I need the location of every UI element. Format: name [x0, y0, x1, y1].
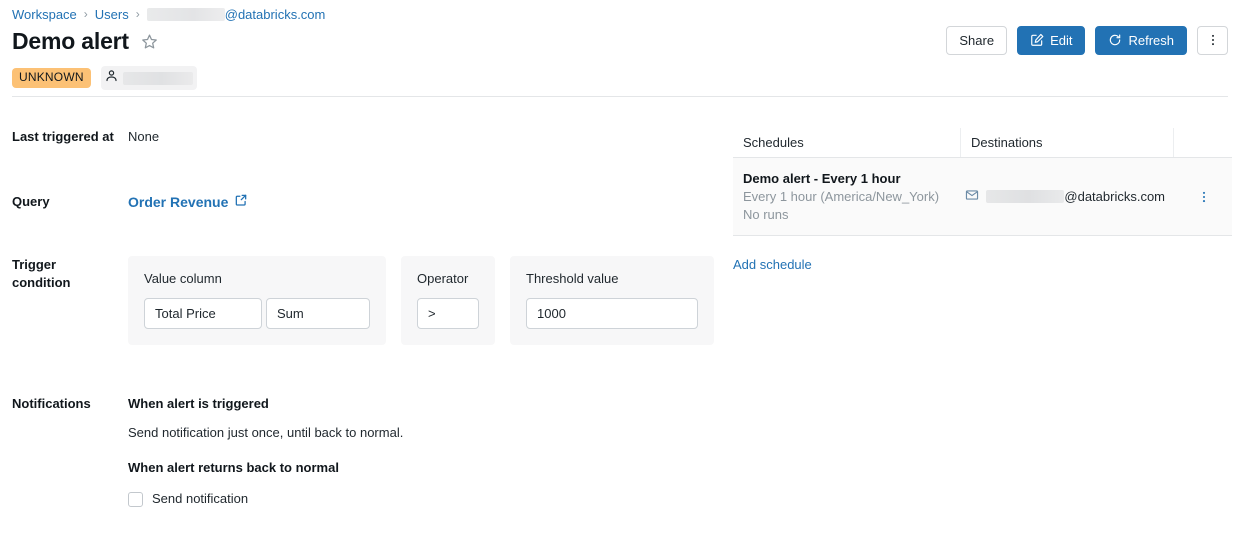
- kebab-menu-icon: [1206, 33, 1220, 49]
- trigger-condition-label-line1: Trigger: [12, 256, 128, 274]
- threshold-label: Threshold value: [526, 271, 698, 287]
- refresh-icon: [1108, 33, 1122, 49]
- breadcrumb-users[interactable]: Users: [95, 6, 129, 23]
- breadcrumb-workspace[interactable]: Workspace: [12, 6, 77, 23]
- destination-cell: @databricks.com: [955, 178, 1175, 215]
- operator-inputs: >: [417, 298, 479, 329]
- when-normal-heading: When alert returns back to normal: [128, 459, 403, 477]
- value-column-panel: Value column Total Price Sum: [128, 256, 386, 345]
- redacted-destination-username: [986, 190, 1064, 203]
- column-header-destinations: Destinations: [961, 128, 1174, 157]
- breadcrumb-separator-1: ›: [84, 6, 88, 23]
- badge-row: UNKNOWN: [12, 66, 197, 90]
- refresh-button-label: Refresh: [1128, 34, 1174, 47]
- title-row: Demo alert: [12, 28, 158, 55]
- threshold-panel: Threshold value 1000: [510, 256, 714, 345]
- value-column-inputs: Total Price Sum: [144, 298, 370, 329]
- query-label: Query: [12, 193, 128, 211]
- table-row: Demo alert - Every 1 hour Every 1 hour (…: [733, 158, 1232, 236]
- destination-email-domain: @databricks.com: [1064, 189, 1165, 204]
- operator-input[interactable]: >: [417, 298, 479, 329]
- field-last-triggered: Last triggered at None: [12, 128, 712, 146]
- aggregation-input[interactable]: Sum: [266, 298, 370, 329]
- breadcrumb-user-email[interactable]: @databricks.com: [147, 6, 326, 23]
- value-column-label: Value column: [144, 271, 370, 287]
- column-header-schedules: Schedules: [733, 128, 961, 157]
- schedules-table-header: Schedules Destinations: [733, 128, 1232, 158]
- schedules-panel: Schedules Destinations Demo alert - Ever…: [733, 128, 1232, 274]
- field-trigger-condition: Trigger condition Value column Total Pri…: [12, 256, 712, 345]
- threshold-input[interactable]: 1000: [526, 298, 698, 329]
- trigger-condition-panels: Value column Total Price Sum Operator > …: [128, 256, 714, 345]
- star-outline-icon[interactable]: [141, 33, 158, 50]
- row-menu-button[interactable]: [1175, 180, 1232, 214]
- breadcrumb: Workspace › Users › @databricks.com: [12, 6, 325, 23]
- trigger-condition-label-line2: condition: [12, 274, 128, 292]
- column-header-actions: [1174, 128, 1232, 157]
- last-triggered-value: None: [128, 128, 159, 146]
- query-link-label: Order Revenue: [128, 194, 228, 210]
- destination-email: @databricks.com: [986, 189, 1165, 204]
- redacted-owner-name: [123, 72, 193, 85]
- when-triggered-text: Send notification just once, until back …: [128, 424, 403, 442]
- envelope-icon: [965, 188, 979, 205]
- send-notification-checkbox[interactable]: [128, 492, 143, 507]
- pencil-square-icon: [1030, 33, 1044, 49]
- add-schedule-link[interactable]: Add schedule: [733, 257, 812, 272]
- schedule-runs: No runs: [743, 206, 945, 224]
- header-divider: [12, 96, 1228, 97]
- trigger-condition-label: Trigger condition: [12, 256, 128, 292]
- value-column-input[interactable]: Total Price: [144, 298, 262, 329]
- page-actions: Share Edit Refresh: [946, 26, 1228, 55]
- alert-details: Last triggered at None Query Order Reven…: [12, 128, 712, 537]
- redacted-username: [147, 8, 225, 21]
- query-link[interactable]: Order Revenue: [128, 193, 248, 210]
- last-triggered-label: Last triggered at: [12, 128, 128, 146]
- alert-detail-page: Workspace › Users › @databricks.com Demo…: [0, 0, 1240, 537]
- field-notifications: Notifications When alert is triggered Se…: [12, 395, 712, 508]
- operator-label: Operator: [417, 271, 479, 287]
- when-triggered-heading: When alert is triggered: [128, 395, 403, 413]
- operator-panel: Operator >: [401, 256, 495, 345]
- edit-button-label: Edit: [1050, 34, 1072, 47]
- more-options-button[interactable]: [1197, 26, 1228, 55]
- page-title: Demo alert: [12, 28, 129, 55]
- refresh-button[interactable]: Refresh: [1095, 26, 1187, 55]
- breadcrumb-user-domain: @databricks.com: [225, 6, 326, 23]
- kebab-menu-icon: [1197, 190, 1211, 204]
- owner-chip: [101, 66, 197, 90]
- field-query: Query Order Revenue: [12, 193, 712, 211]
- notifications-label: Notifications: [12, 395, 128, 413]
- send-notification-checkbox-row[interactable]: Send notification: [128, 490, 403, 508]
- schedule-cell: Demo alert - Every 1 hour Every 1 hour (…: [733, 160, 955, 234]
- threshold-inputs: 1000: [526, 298, 698, 329]
- breadcrumb-separator-2: ›: [136, 6, 140, 23]
- schedules-table: Schedules Destinations Demo alert - Ever…: [733, 128, 1232, 236]
- external-link-icon: [234, 193, 248, 210]
- send-notification-label: Send notification: [152, 490, 248, 508]
- edit-button[interactable]: Edit: [1017, 26, 1085, 55]
- person-icon: [104, 68, 119, 88]
- schedule-title: Demo alert - Every 1 hour: [743, 170, 945, 188]
- status-badge: UNKNOWN: [12, 68, 91, 88]
- share-button[interactable]: Share: [946, 26, 1007, 55]
- notifications-block: When alert is triggered Send notificatio…: [128, 395, 403, 508]
- schedule-subtitle: Every 1 hour (America/New_York): [743, 188, 945, 206]
